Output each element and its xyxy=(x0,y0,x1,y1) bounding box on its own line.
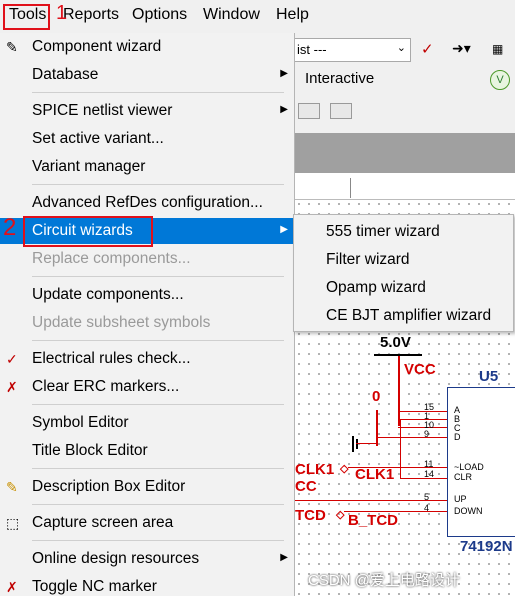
pin-d-wire xyxy=(376,437,447,438)
menu-item-advanced-refdes[interactable]: Advanced RefDes configuration... xyxy=(0,190,294,216)
circuit-wizards-submenu: 555 timer wizard Filter wizard Opamp wiz… xyxy=(293,214,514,332)
ground-symbol xyxy=(352,436,354,452)
b-tcd-label: B_TCD xyxy=(348,512,399,529)
clk1-right-label: CLK1 xyxy=(355,466,395,483)
variant-combo[interactable]: ist --- ⌄ xyxy=(283,38,411,62)
submenu-item-ce-bjt-amplifier-wizard[interactable]: CE BJT amplifier wizard xyxy=(326,307,491,325)
clk-wire xyxy=(348,467,447,468)
clr-wire xyxy=(400,478,447,479)
separator xyxy=(32,92,284,93)
menu-item-set-active-variant[interactable]: Set active variant... xyxy=(0,126,294,152)
up-wire xyxy=(294,500,447,501)
pin-name-load: ~LOAD xyxy=(454,462,484,472)
ground-net-label: 0 xyxy=(372,388,381,405)
separator xyxy=(32,404,284,405)
menu-item-replace-components: Replace components... xyxy=(32,250,191,267)
separator xyxy=(32,540,284,541)
menu-item-update-subsheet-symbols: Update subsheet symbols xyxy=(32,314,211,331)
annotation-box-circuit-wizards xyxy=(23,216,153,247)
menu-reports[interactable]: Reports xyxy=(63,6,119,24)
menu-window[interactable]: Window xyxy=(203,6,260,24)
clk1-left-label: CLK1 xyxy=(295,461,335,478)
menu-item-symbol-editor[interactable]: Symbol Editor xyxy=(0,410,294,436)
menu-options[interactable]: Options xyxy=(132,6,187,24)
pin-name-clr: CLR xyxy=(454,472,473,482)
component-wizard-icon: ✎ xyxy=(6,39,18,55)
u5-chip[interactable]: A B C D ~LOAD CLR UP DOWN xyxy=(447,387,515,537)
pin-name-up: UP xyxy=(454,494,467,504)
part-number: 74192N xyxy=(460,538,513,555)
submenu-arrow-icon: ▶ xyxy=(280,104,288,115)
menu-item-title-block-editor[interactable]: Title Block Editor xyxy=(0,438,294,464)
pin-c-wire xyxy=(398,427,447,428)
pin-name-d: D xyxy=(454,432,461,442)
menu-bar: Tools Reports Options Window Help xyxy=(0,0,515,34)
watermark-text: CSDN @爱上电路设计 xyxy=(308,572,460,589)
separator xyxy=(32,184,284,185)
menu-item-description-box-editor[interactable]: ✎ Description Box Editor xyxy=(0,474,294,500)
verify-icon[interactable]: V xyxy=(490,70,510,90)
sheet-tab-band xyxy=(294,133,515,173)
grid-icon[interactable] xyxy=(298,103,320,119)
pin-a-wire xyxy=(398,411,447,412)
description-box-icon: ✎ xyxy=(6,479,18,495)
interactive-label[interactable]: Interactive xyxy=(305,70,374,87)
separator xyxy=(32,340,284,341)
separator xyxy=(32,504,284,505)
probe-icon[interactable]: ✓ xyxy=(421,40,434,58)
separator xyxy=(32,468,284,469)
connector-marker: ◇ xyxy=(340,463,349,475)
menu-item-toggle-nc-marker[interactable]: ✗ Toggle NC marker xyxy=(0,574,294,600)
clear-erc-icon: ✗ xyxy=(6,379,18,395)
tool-icon[interactable]: ▦ xyxy=(492,42,503,56)
nc-marker-icon: ✗ xyxy=(6,579,18,595)
submenu-arrow-icon: ▶ xyxy=(280,224,288,235)
tools-menu: ✎ Component wizard Database ▶ SPICE netl… xyxy=(0,33,295,596)
annotation-box-tools xyxy=(3,4,50,30)
table-icon[interactable] xyxy=(330,103,352,119)
submenu-item-filter-wizard[interactable]: Filter wizard xyxy=(326,251,410,269)
menu-item-capture-screen-area[interactable]: ⬚ Capture screen area xyxy=(0,510,294,536)
ruler-divider xyxy=(350,178,351,198)
submenu-arrow-icon: ▶ xyxy=(280,68,288,79)
annotation-number-2: 2 xyxy=(3,214,17,241)
menu-item-clear-erc-markers[interactable]: ✗ Clear ERC markers... xyxy=(0,374,294,400)
tcd-label: TCD xyxy=(295,507,326,524)
submenu-item-opamp-wizard[interactable]: Opamp wizard xyxy=(326,279,426,297)
ground-link xyxy=(356,443,376,444)
chevron-down-icon: ⌄ xyxy=(396,42,406,54)
capture-area-icon: ⬚ xyxy=(6,515,20,531)
menu-item-spice-netlist-viewer[interactable]: SPICE netlist viewer ▶ xyxy=(0,98,294,124)
ground-symbol-2 xyxy=(356,439,358,449)
submenu-item-555-timer-wizard[interactable]: 555 timer wizard xyxy=(326,223,440,241)
menu-item-electrical-rules-check[interactable]: ✓ Electrical rules check... xyxy=(0,346,294,372)
combo-value: ist --- xyxy=(297,42,327,57)
menu-item-online-design-resources[interactable]: Online design resources ▶ xyxy=(0,546,294,572)
transfer-icon[interactable]: ➜▾ xyxy=(452,40,471,57)
erc-icon: ✓ xyxy=(6,351,18,367)
clr-drop-wire xyxy=(400,420,401,478)
annotation-number-1: 1 xyxy=(56,2,68,24)
vcc-wire xyxy=(398,356,400,426)
separator xyxy=(32,276,284,277)
gnd-wire xyxy=(376,410,378,446)
cc-label: CC xyxy=(295,478,317,495)
vcc-net-label: VCC xyxy=(404,361,436,378)
menu-item-variant-manager[interactable]: Variant manager xyxy=(0,154,294,180)
voltage-label: 5.0V xyxy=(380,334,411,351)
connector-marker-2: ◇ xyxy=(336,509,345,521)
u5-refdes: U5 xyxy=(479,368,499,385)
pin-b-wire xyxy=(398,419,447,420)
menu-item-update-components[interactable]: Update components... xyxy=(0,282,294,308)
menu-help[interactable]: Help xyxy=(276,6,309,24)
submenu-arrow-icon: ▶ xyxy=(280,552,288,563)
menu-item-component-wizard[interactable]: ✎ Component wizard xyxy=(0,34,294,60)
sheet-ruler xyxy=(294,173,515,200)
menu-item-database[interactable]: Database ▶ xyxy=(0,62,294,88)
pin-number-9: 9 xyxy=(424,429,430,439)
pin-name-down: DOWN xyxy=(454,506,483,516)
down-wire xyxy=(344,511,447,512)
